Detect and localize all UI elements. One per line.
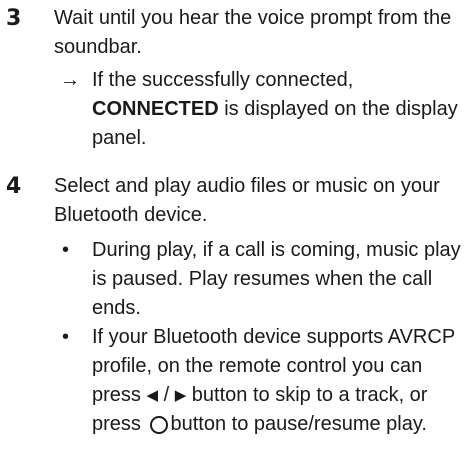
list-item: • During play, if a call is coming, musi… — [62, 236, 470, 323]
bullet-text-part-3: button to pause/resume play. — [170, 413, 427, 435]
step-text: Select and play audio files or music on … — [54, 175, 440, 226]
step-text: Wait until you hear the voice prompt fro… — [54, 7, 452, 58]
previous-track-icon: ◀ — [146, 387, 159, 404]
instruction-page: 3 Wait until you hear the voice prompt f… — [0, 0, 473, 467]
list-item: • If your Bluetooth device supports AVRC… — [62, 323, 470, 439]
play-pause-button-icon — [150, 416, 169, 434]
bullet-icon: • — [62, 326, 70, 348]
bullet-text: During play, if a call is coming, music … — [92, 239, 461, 319]
result-text-before: If the successfully connected, — [92, 69, 354, 91]
step-number: 4 — [6, 174, 22, 199]
bullet-icon: • — [62, 239, 70, 261]
result-status-connected: CONNECTED — [92, 98, 219, 120]
step-number: 3 — [6, 6, 22, 31]
next-track-icon: ▶ — [174, 387, 187, 404]
result-arrow-icon: → — [60, 69, 80, 91]
glyph-separator: / — [158, 384, 175, 406]
step-3-result: → If the successfully connected, CONNECT… — [60, 66, 468, 153]
